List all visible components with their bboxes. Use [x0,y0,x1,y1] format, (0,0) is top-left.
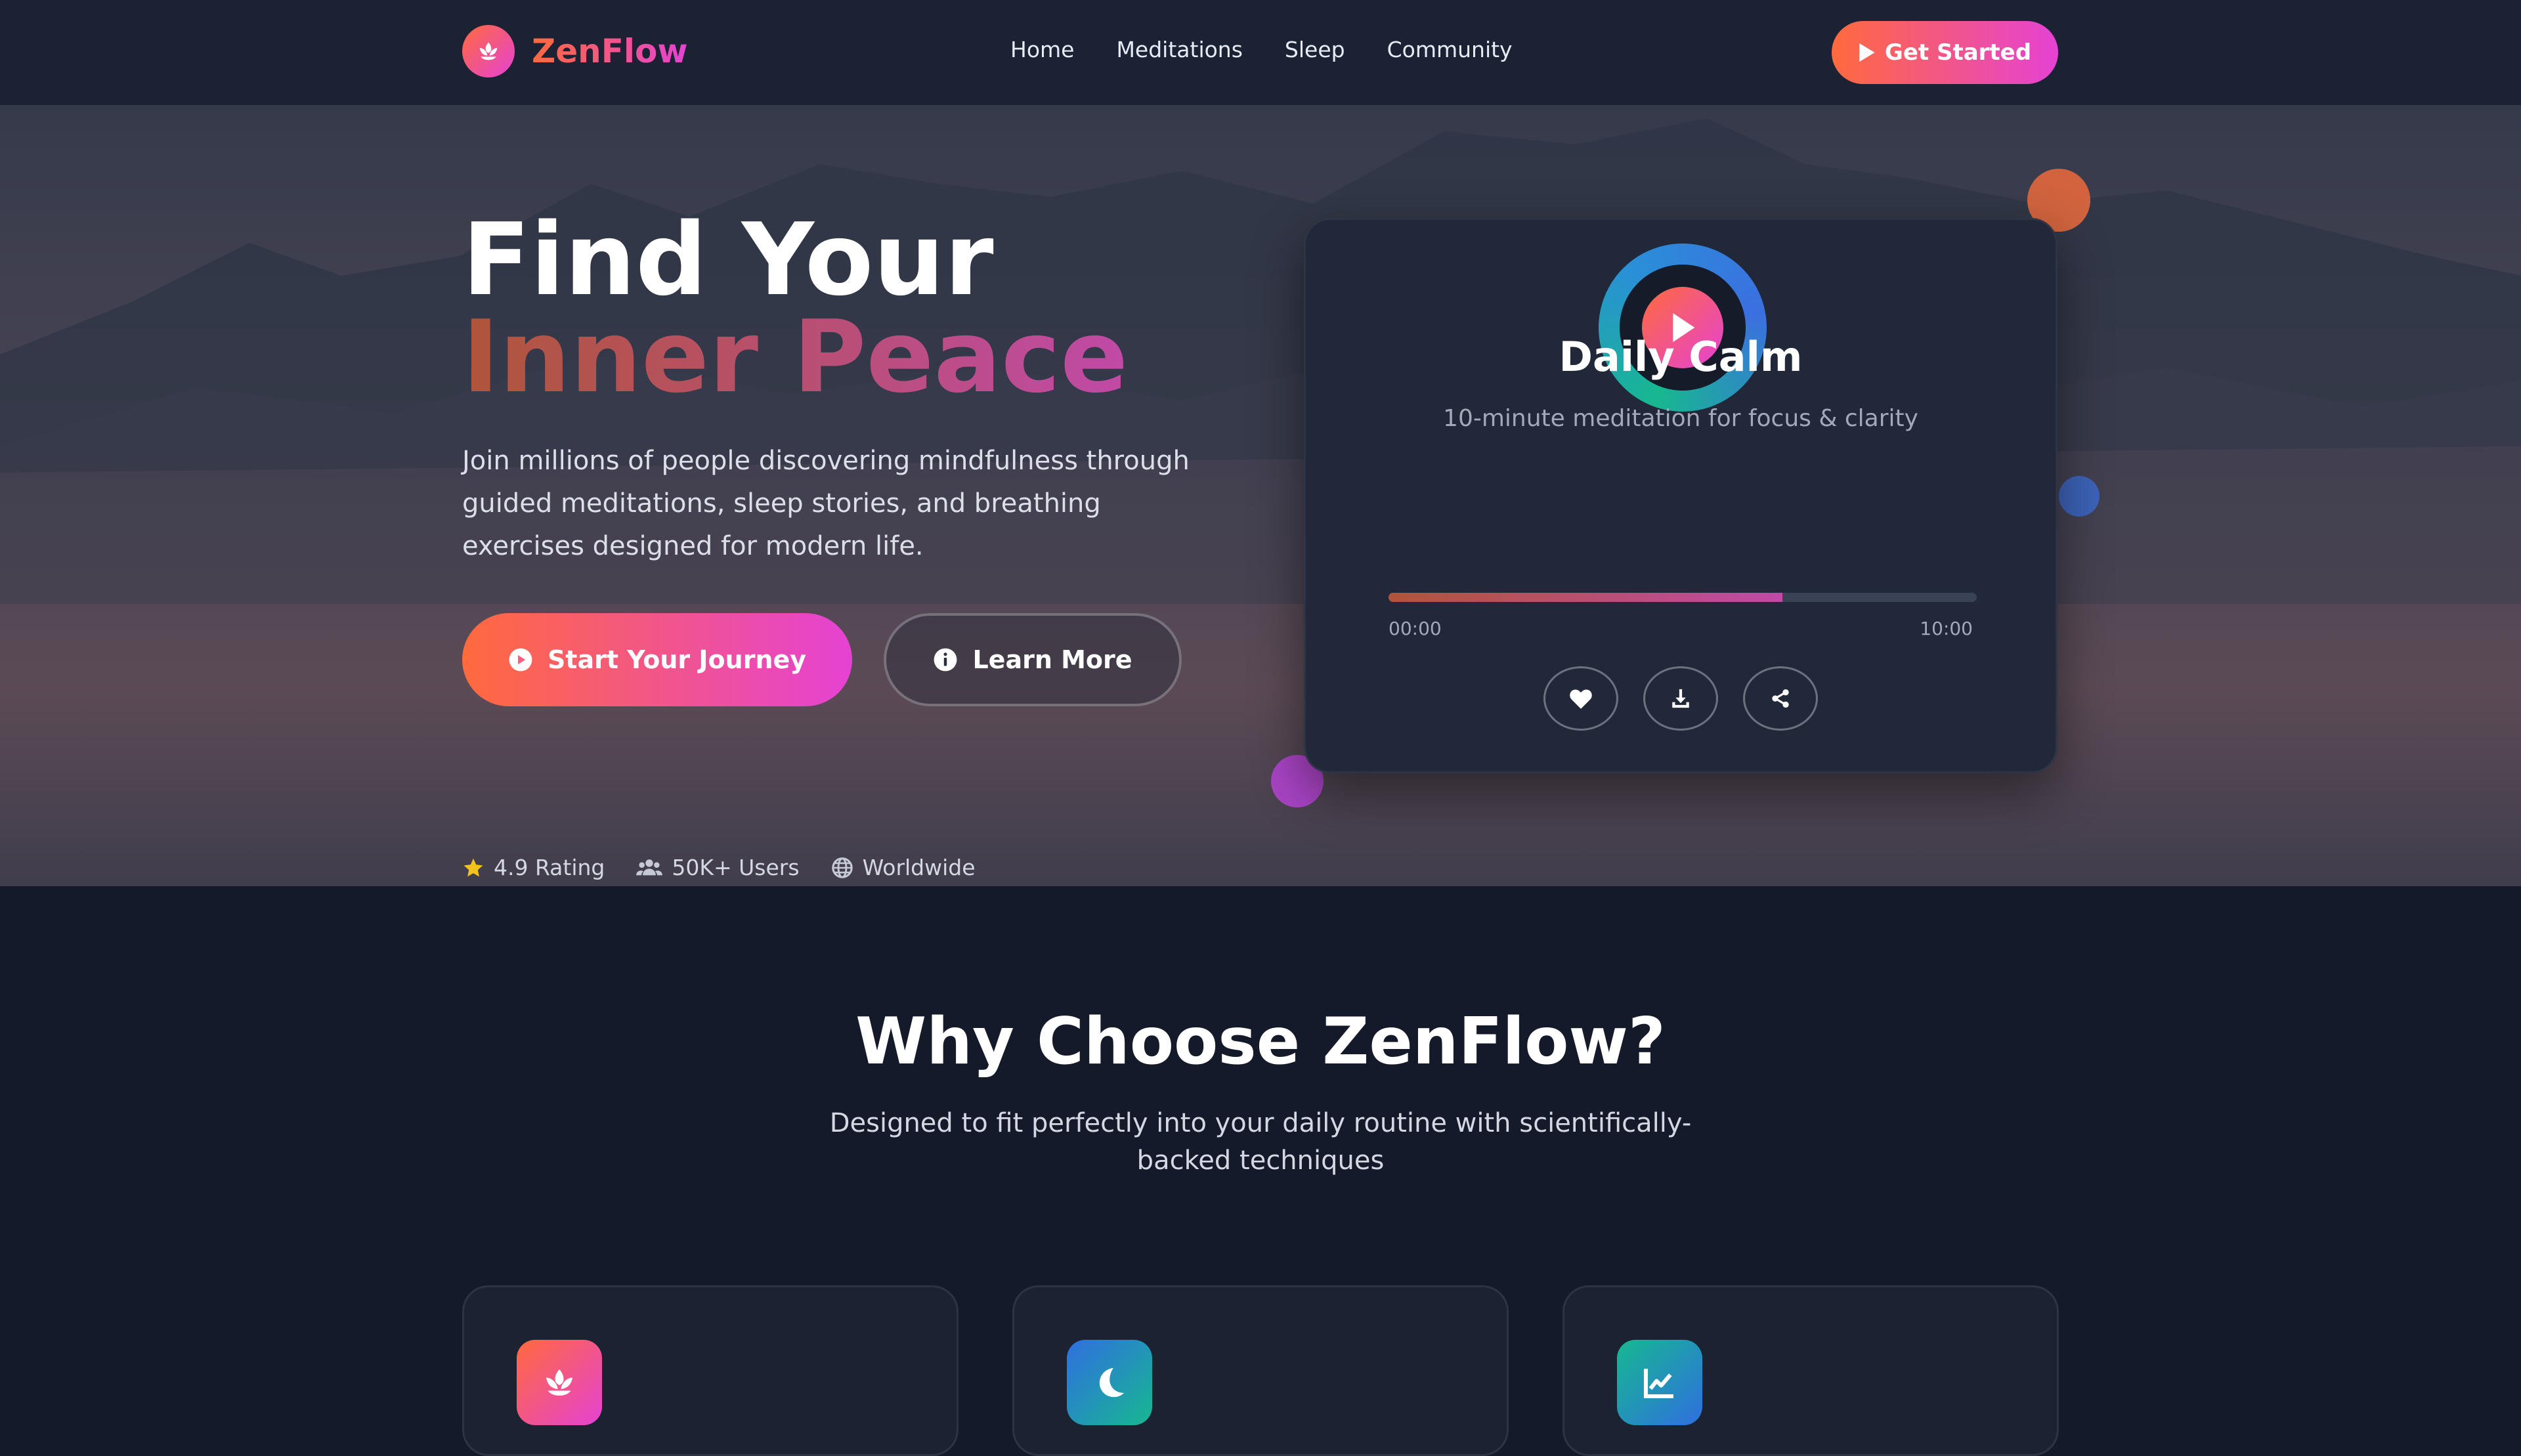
feature-card-sleep[interactable] [1012,1285,1509,1456]
features-subtitle: Designed to fit perfectly into your dail… [829,1108,1692,1176]
player-progress-bar[interactable] [1389,593,1977,602]
stat-worldwide: Worldwide [831,855,976,880]
info-circle-icon [933,647,958,672]
nav-link-sleep[interactable]: Sleep [1285,37,1345,62]
heart-icon [1570,689,1592,709]
globe-icon [831,857,853,878]
player-subtitle: 10-minute meditation for focus & clarity [1443,405,1918,432]
stat-worldwide-label: Worldwide [862,855,976,880]
share-icon [1772,689,1789,708]
users-icon [636,859,663,875]
nav-link-meditations[interactable]: Meditations [1116,37,1242,62]
mountain-backdrop [0,118,2521,604]
brand-name: ZenFlow [532,32,688,70]
lotus-icon [517,1340,602,1425]
player-ring [1599,244,1767,412]
brand-logo[interactable]: ZenFlow [462,25,688,77]
learn-more-label: Learn More [972,645,1132,674]
star-icon [463,858,483,876]
hero-title-line1: Find Your [462,202,994,318]
get-started-button[interactable]: Get Started [1832,21,2058,84]
decor-dot-blue [2059,476,2100,517]
download-icon [1672,689,1689,708]
play-icon [1859,43,1875,62]
player-time-end: 10:00 [1920,618,1973,639]
features-title: Why Choose ZenFlow? [855,1004,1666,1079]
learn-more-button[interactable]: Learn More [884,613,1182,706]
favorite-button[interactable] [1543,666,1618,731]
feature-card-meditation[interactable] [462,1285,959,1456]
get-started-label: Get Started [1884,39,2032,66]
stat-rating-label: 4.9 Rating [494,855,605,880]
nav-link-home[interactable]: Home [1010,37,1074,62]
lotus-icon [462,25,515,77]
play-circle-icon [508,647,533,672]
player-title: Daily Calm [1559,333,1803,381]
top-nav: ZenFlow Home Meditations Sleep Community… [0,0,2521,105]
daily-calm-player-card: Daily Calm 10-minute meditation for focu… [1304,218,2058,773]
hero-section: Find Your Inner Peace Join millions of p… [0,105,2521,886]
chart-line-icon [1617,1340,1702,1425]
hero-description: Join millions of people discovering mind… [462,446,1190,561]
download-button[interactable] [1643,666,1718,731]
player-time-start: 00:00 [1389,618,1442,639]
moon-icon [1067,1340,1152,1425]
hero-title-line2: Inner Peace [462,299,1129,415]
stat-rating: 4.9 Rating [462,855,605,880]
nav-link-community[interactable]: Community [1387,37,1513,62]
feature-card-progress[interactable] [1562,1285,2059,1456]
start-journey-button[interactable]: Start Your Journey [462,613,852,706]
stat-users: 50K+ Users [636,855,800,880]
player-progress-fill [1389,593,1783,602]
stat-users-label: 50K+ Users [672,855,800,880]
share-button[interactable] [1743,666,1818,731]
start-journey-label: Start Your Journey [547,645,807,674]
nav-links: Home Meditations Sleep Community [1010,37,1555,62]
hero-stats: 4.9 Rating 50K+ Users Worldwide [462,855,1007,880]
